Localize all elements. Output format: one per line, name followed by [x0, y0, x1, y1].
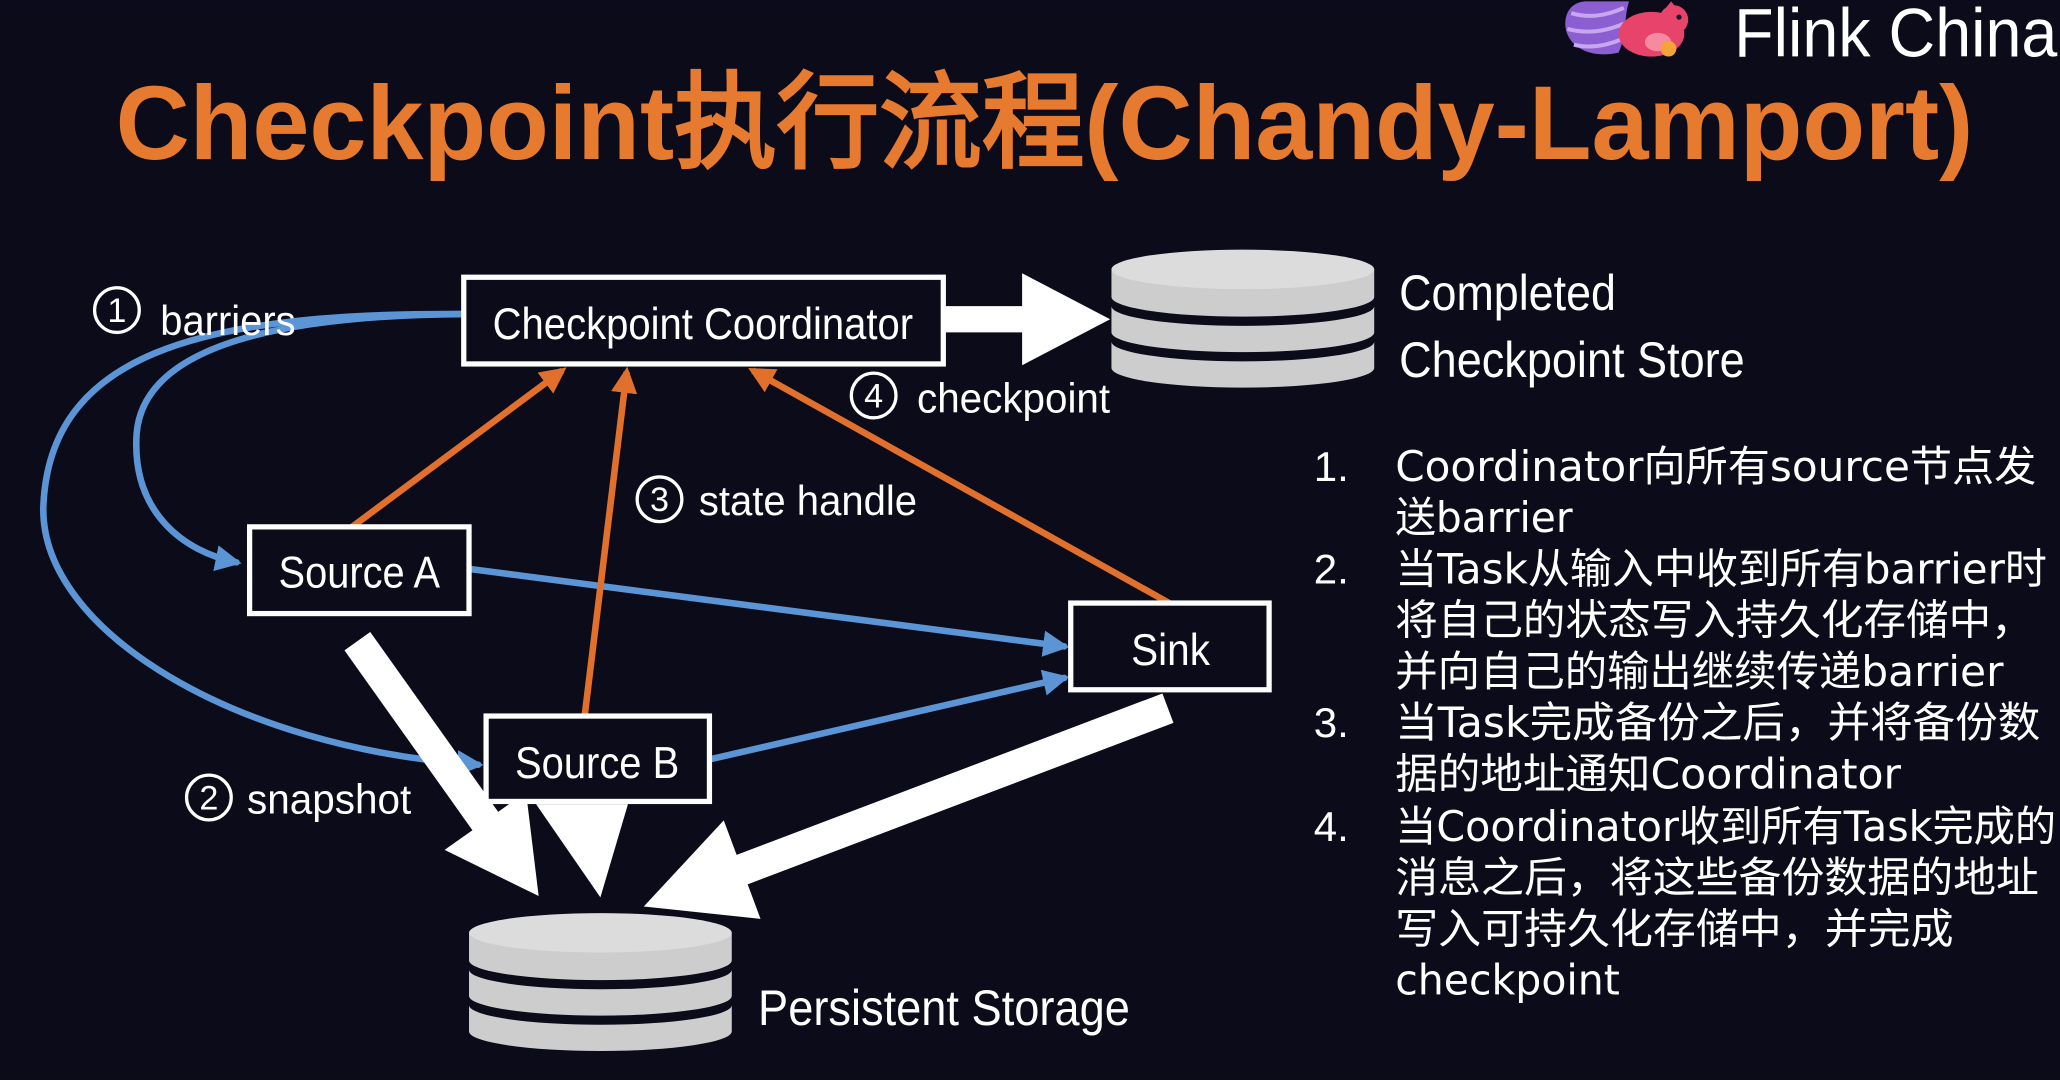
note-item: 2. 当Task从输入中收到所有barrier时 将自己的状态写入持久化存储中，… — [1314, 544, 2047, 695]
node-label: Source B — [515, 739, 679, 788]
step-number: 3 — [650, 481, 669, 519]
completed-checkpoint-store-label-line-2: Checkpoint Store — [1399, 332, 1745, 388]
note-number: 3. — [1314, 699, 1349, 746]
step-label: state handle — [699, 477, 917, 524]
step-label: checkpoint — [917, 375, 1110, 422]
node-source-a: Source A — [246, 524, 472, 617]
step-number: 4 — [864, 377, 883, 415]
note-line: 当Task完成备份之后，并将备份数 — [1395, 698, 2040, 747]
completed-checkpoint-store-label-line-1: Completed — [1399, 265, 1616, 321]
step-number: 2 — [199, 779, 218, 817]
note-line: 消息之后，将这些备份数据的地址 — [1395, 853, 2039, 902]
note-number: 2. — [1314, 545, 1349, 592]
note-line: 当Coordinator收到所有Task完成的 — [1395, 802, 2056, 851]
node-source-b: Source B — [483, 713, 713, 805]
step-number: 1 — [107, 292, 126, 330]
slide-canvas: Flink China Checkpoint执行流程(Chandy-Lampor… — [0, 0, 2060, 1080]
flink-squirrel-icon — [1565, 1, 1689, 57]
note-line: Coordinator向所有source节点发 — [1395, 442, 2036, 491]
step-label: snapshot — [247, 775, 412, 822]
brand-name: Flink China — [1734, 0, 2057, 72]
note-line: 并向自己的输出继续传递barrier — [1395, 647, 2004, 696]
node-label: Checkpoint Coordinator — [493, 300, 914, 349]
slide-title: Checkpoint执行流程(Chandy-Lamport) — [116, 65, 1974, 182]
note-line: 当Task从输入中收到所有barrier时 — [1395, 544, 2047, 593]
step-label: barriers — [160, 297, 295, 344]
persistent-storage-label: Persistent Storage — [758, 980, 1130, 1036]
node-label: Sink — [1131, 626, 1210, 675]
note-line: 据的地址通知Coordinator — [1395, 749, 1902, 798]
note-line: 送barrier — [1395, 493, 1573, 542]
note-line: 写入可持久化存储中，并完成 — [1395, 904, 1953, 953]
node-sink: Sink — [1068, 600, 1272, 693]
note-line: checkpoint — [1395, 956, 1620, 1005]
node-checkpoint-coordinator: Checkpoint Coordinator — [461, 274, 946, 367]
note-line: 将自己的状态写入持久化存储中， — [1395, 596, 2033, 645]
node-label: Source A — [279, 548, 441, 597]
note-number: 1. — [1314, 443, 1349, 490]
note-number: 4. — [1314, 803, 1349, 850]
